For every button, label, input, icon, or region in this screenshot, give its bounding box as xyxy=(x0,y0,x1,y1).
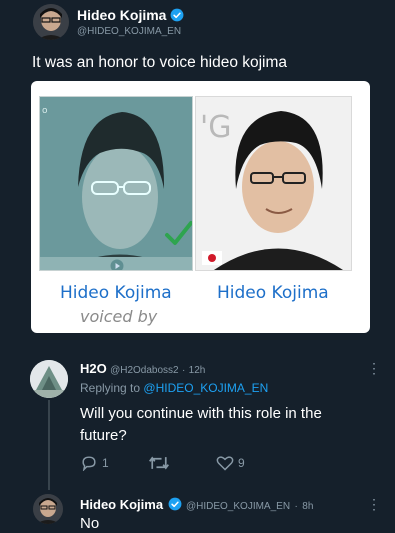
media-card[interactable]: o 'G Hideo Kojima Hideo Kojima voiced by xyxy=(31,81,370,333)
like-icon xyxy=(216,456,234,471)
tweet-text: It was an honor to voice hideo kojima xyxy=(32,54,288,71)
reply-button[interactable]: 1 xyxy=(80,455,109,471)
reply2-header: Hideo Kojima @HIDEO_KOJIMA_EN · 8h xyxy=(80,496,313,514)
reply-text: Will you continue with this role in the … xyxy=(80,405,322,444)
reply-header: H2O @H2Odaboss2 · 12h xyxy=(80,361,205,376)
reply-icon xyxy=(82,456,96,471)
thread-line xyxy=(48,400,50,490)
more-options-icon[interactable]: ⋮ xyxy=(367,361,381,375)
svg-text:o: o xyxy=(42,106,48,116)
like-button[interactable]: 9 xyxy=(216,455,245,471)
author-avatar[interactable] xyxy=(33,4,69,40)
separator-dot: · xyxy=(294,501,298,512)
replying-to-line: Replying to @HIDEO_KOJIMA_EN xyxy=(80,381,268,395)
reply2-author-name[interactable]: Hideo Kojima xyxy=(80,497,163,512)
separator-dot: · xyxy=(181,365,186,376)
reply2-author-handle[interactable]: @HIDEO_KOJIMA_EN xyxy=(186,501,290,512)
more-options-icon[interactable]: ⋮ xyxy=(367,497,381,511)
verified-badge-icon xyxy=(170,8,184,22)
play-icon[interactable] xyxy=(110,259,124,271)
voiced-by-caption: voiced by xyxy=(80,307,158,326)
reply-author-handle[interactable]: @H2Odaboss2 xyxy=(110,365,179,376)
background-text: 'G xyxy=(200,110,232,145)
reply-count: 1 xyxy=(102,456,109,470)
checkmark-icon xyxy=(165,221,192,245)
replying-to-handle[interactable]: @HIDEO_KOJIMA_EN xyxy=(143,381,268,395)
reply-timestamp[interactable]: 12h xyxy=(189,365,206,376)
reply2-text: No xyxy=(80,515,100,532)
replying-to-prefix: Replying to xyxy=(80,381,141,395)
retweet-button[interactable] xyxy=(148,455,174,471)
author-handle[interactable]: @HIDEO_KOJIMA_EN xyxy=(77,26,181,37)
game-character-portrait: o xyxy=(39,96,193,271)
retweet-icon xyxy=(149,456,169,470)
author-name[interactable]: Hideo Kojima xyxy=(77,7,166,23)
like-count: 9 xyxy=(238,456,245,470)
left-caption-name: Hideo Kojima xyxy=(60,283,172,303)
author-name-row[interactable]: Hideo Kojima xyxy=(77,7,184,23)
reply-author-name[interactable]: H2O xyxy=(80,361,107,376)
reply2-author-avatar[interactable] xyxy=(33,494,63,524)
right-caption-name: Hideo Kojima xyxy=(217,283,329,303)
reply-author-avatar[interactable] xyxy=(30,360,68,398)
reply2-timestamp[interactable]: 8h xyxy=(302,501,313,512)
real-person-photo: 'G xyxy=(195,96,352,271)
reply-action-bar: 1 9 xyxy=(80,455,340,475)
japan-flag-icon xyxy=(202,251,222,265)
verified-badge-icon xyxy=(168,497,181,511)
